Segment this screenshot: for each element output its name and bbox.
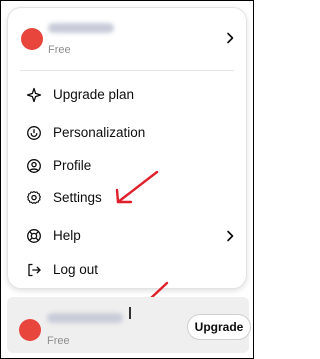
avatar — [21, 28, 43, 50]
menu-item-label: Settings — [53, 190, 102, 205]
menu-item-label: Profile — [53, 158, 92, 173]
menu-item-personalization[interactable]: Personalization — [8, 118, 246, 148]
menu-item-label: Help — [53, 228, 81, 243]
sparkle-icon — [26, 87, 42, 103]
text-cursor — [129, 307, 131, 319]
account-switcher[interactable]: Free Upgrade — [7, 297, 251, 353]
avatar — [19, 319, 41, 341]
menu-item-label: Personalization — [53, 125, 146, 140]
chevron-right-icon — [227, 32, 234, 44]
menu-item-upgrade-plan[interactable]: Upgrade plan — [8, 80, 246, 110]
menu-item-help[interactable]: Help — [8, 221, 246, 251]
account-plan: Free — [47, 335, 70, 347]
menu-item-label: Log out — [53, 262, 99, 277]
upgrade-button[interactable]: Upgrade — [187, 314, 251, 340]
menu-item-label: Upgrade plan — [53, 87, 135, 102]
personalization-icon — [27, 126, 41, 140]
redacted-username — [47, 313, 123, 323]
menu-divider — [20, 70, 234, 71]
profile-icon — [27, 159, 41, 173]
menu-item-log-out[interactable]: Log out — [8, 255, 246, 285]
annotation-arrow-icon — [115, 170, 159, 204]
redacted-username — [48, 23, 114, 33]
gear-icon — [27, 191, 41, 204]
logout-icon — [28, 263, 41, 277]
screenshot-frame: Free Upgrade plan Personalization Profil… — [0, 0, 254, 359]
account-menu: Free Upgrade plan Personalization Profil… — [7, 7, 247, 289]
account-plan: Free — [48, 44, 71, 56]
chevron-right-icon — [227, 230, 234, 242]
account-row[interactable]: Free — [8, 8, 246, 64]
help-icon — [27, 229, 41, 243]
